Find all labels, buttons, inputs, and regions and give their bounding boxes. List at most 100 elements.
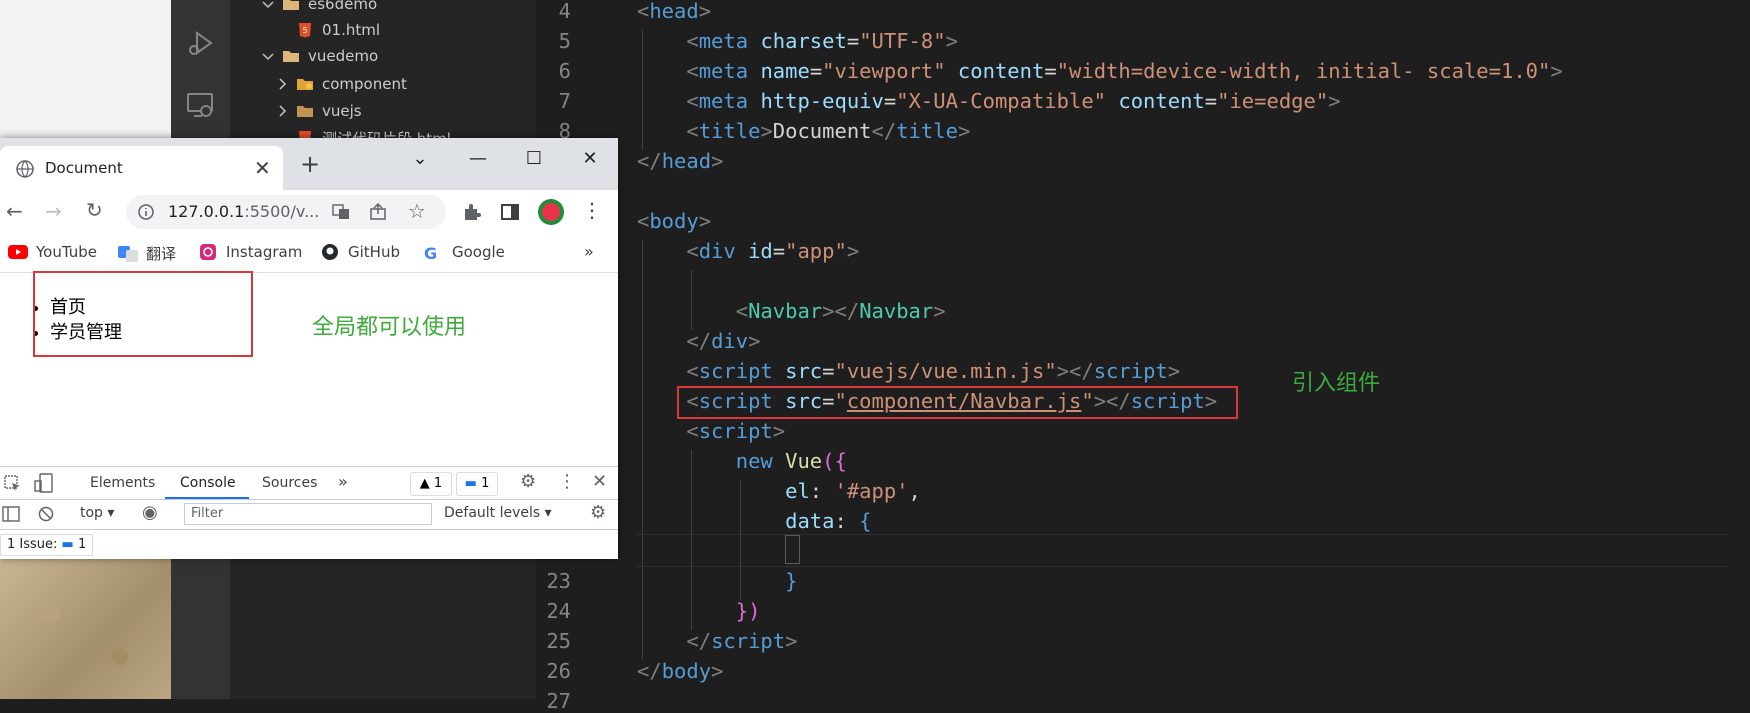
globe-icon <box>16 160 34 178</box>
tree-item-label: es6demo <box>308 0 378 13</box>
more-bookmarks-icon[interactable]: » <box>584 242 594 261</box>
bookmark-instagram[interactable]: Instagram <box>198 243 302 261</box>
console-settings-icon[interactable]: ⚙ <box>590 502 606 523</box>
forward-arrow-icon[interactable]: → <box>45 199 62 223</box>
console-filter-bar: top ▾ ◉ Filter Default levels ▾ ⚙ <box>0 500 618 530</box>
new-tab-button[interactable]: + <box>300 152 320 176</box>
annotation-highlight-box <box>33 271 253 357</box>
tree-item-01-html[interactable]: 5 01.html <box>296 17 380 43</box>
code-line: <div id="app"> <box>686 239 860 263</box>
bookmark-label: GitHub <box>348 243 400 261</box>
bookmark-translate[interactable]: 翻译 <box>118 243 176 264</box>
close-window-button[interactable]: ✕ <box>570 144 610 174</box>
close-devtools-icon[interactable]: ✕ <box>592 471 607 492</box>
translate-icon[interactable] <box>332 204 350 220</box>
issues-button[interactable]: 1 Issue: ▬ 1 <box>0 534 94 556</box>
messages-badge[interactable]: ▬ 1 <box>456 472 498 496</box>
folder-open-icon <box>283 51 299 62</box>
tree-item-label: 01.html <box>322 21 381 39</box>
devtools-tab-sources[interactable]: Sources <box>262 475 317 491</box>
tree-item-component[interactable]: component <box>274 71 407 97</box>
desktop-wallpaper <box>0 557 171 699</box>
minimize-button[interactable]: — <box>458 144 498 174</box>
code-line: <head> <box>637 0 712 23</box>
folder-open-icon <box>283 0 299 10</box>
annotation-label: 引入组件 <box>1292 371 1381 396</box>
context-selector[interactable]: top ▾ <box>80 505 114 521</box>
active-tab-indicator <box>165 497 249 499</box>
share-icon[interactable] <box>369 203 387 221</box>
bookmark-google[interactable]: G Google <box>424 243 505 263</box>
bookmark-youtube[interactable]: YouTube <box>8 243 97 261</box>
address-bar[interactable]: 127.0.0.1:5500/v... ☆ <box>126 195 446 229</box>
line-number: 25 <box>546 629 571 653</box>
line-number: 24 <box>546 599 571 623</box>
page-content: 首页 学员管理 全局都可以使用 <box>0 271 618 463</box>
component-folder-icon <box>297 79 313 90</box>
code-line: <meta http-equiv="X-UA-Compatible" conte… <box>686 89 1341 113</box>
close-tab-icon[interactable]: ✕ <box>254 156 271 180</box>
console-filter-input[interactable]: Filter <box>184 503 432 525</box>
code-editor[interactable]: 4 5 6 7 8 23 24 25 26 27 <head> <meta ch… <box>536 0 1750 713</box>
chevron-down-icon <box>262 53 274 61</box>
chevron-right-icon <box>279 78 287 90</box>
devtools-menu-icon[interactable]: ⋮ <box>558 471 576 492</box>
chevron-down-icon <box>262 1 274 9</box>
extensions-puzzle-icon[interactable] <box>462 202 482 222</box>
more-menu-icon[interactable]: ⋮ <box>582 198 602 222</box>
device-toolbar-icon[interactable] <box>34 473 54 493</box>
eye-icon[interactable]: ◉ <box>142 502 158 523</box>
code-line: <meta charset="UTF-8"> <box>686 29 958 53</box>
more-tabs-icon[interactable]: » <box>338 472 348 491</box>
tree-item-label: vuedemo <box>308 47 379 65</box>
tree-item-label: component <box>322 75 407 93</box>
code-line: </div> <box>686 329 761 353</box>
maximize-button[interactable]: ☐ <box>514 144 554 174</box>
url-text: 127.0.0.1:5500/v... <box>168 202 320 221</box>
instagram-icon <box>200 244 216 260</box>
code-line: } <box>785 569 798 593</box>
line-number: 27 <box>546 689 571 713</box>
inspect-element-icon[interactable] <box>4 475 22 493</box>
annotation-label: 全局都可以使用 <box>312 315 467 340</box>
code-line: }) <box>735 599 761 623</box>
tree-item-vuedemo[interactable]: vuedemo <box>260 43 378 69</box>
line-number: 26 <box>546 659 571 683</box>
bookmark-label: YouTube <box>36 243 97 261</box>
message-icon: ▬ <box>61 537 74 552</box>
github-icon <box>322 244 338 260</box>
browser-tab[interactable]: Document ✕ <box>0 146 283 190</box>
tree-item-vuejs[interactable]: vuejs <box>274 98 362 124</box>
info-icon <box>138 204 154 220</box>
code-line: <Navbar></Navbar> <box>735 299 946 323</box>
tab-search-icon[interactable]: ⌄ <box>400 144 440 174</box>
devtools-tab-console[interactable]: Console <box>180 475 236 491</box>
bookmark-star-icon[interactable]: ☆ <box>408 199 426 223</box>
run-debug-icon[interactable] <box>185 28 215 58</box>
devtools-tabbar: Elements Console Sources » ▲ 1 ▬ 1 ⚙ ⋮ ✕ <box>0 467 618 500</box>
clear-console-icon[interactable] <box>38 506 54 522</box>
log-levels-dropdown[interactable]: Default levels ▾ <box>444 505 552 521</box>
tree-item-es6demo[interactable]: es6demo <box>260 0 377 17</box>
back-arrow-icon[interactable]: ← <box>6 199 23 223</box>
code-line: </body> <box>637 659 724 683</box>
warnings-badge[interactable]: ▲ 1 <box>410 472 452 496</box>
profile-avatar[interactable] <box>537 198 565 226</box>
browser-titlebar: Document ✕ + ⌄ — ☐ ✕ <box>0 138 618 190</box>
code-line: <meta name="viewport" content="width=dev… <box>686 59 1563 83</box>
bookmark-github[interactable]: GitHub <box>320 243 400 261</box>
side-panel-icon[interactable] <box>500 202 520 222</box>
line-number: 6 <box>558 59 571 83</box>
devtools-tab-elements[interactable]: Elements <box>90 475 155 491</box>
bookmark-label: Google <box>452 243 505 261</box>
remote-explorer-icon[interactable] <box>185 90 215 120</box>
settings-gear-icon[interactable]: ⚙ <box>520 471 536 492</box>
code-line: new Vue({ <box>735 449 847 473</box>
sidebar-toggle-icon[interactable] <box>2 506 20 522</box>
code-line: data: { <box>785 509 872 533</box>
text-cursor <box>785 535 800 564</box>
code-line: </head> <box>637 149 724 173</box>
reload-icon[interactable]: ↻ <box>86 198 103 222</box>
svg-text:5: 5 <box>302 26 307 35</box>
code-line: <script> <box>686 419 786 443</box>
